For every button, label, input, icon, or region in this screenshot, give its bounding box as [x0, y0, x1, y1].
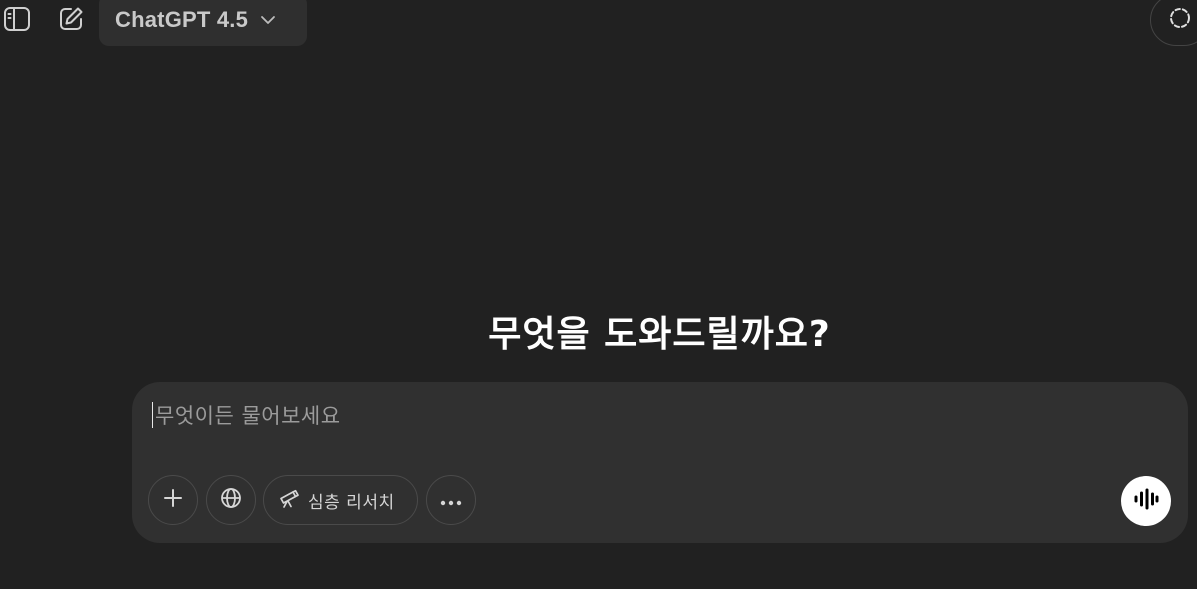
- web-search-button[interactable]: [206, 475, 256, 525]
- more-tools-button[interactable]: [426, 475, 476, 525]
- telescope-icon: [278, 487, 300, 513]
- sidebar-toggle-button[interactable]: [0, 2, 34, 36]
- model-selector[interactable]: ChatGPT 4.5: [99, 0, 307, 46]
- deep-research-label: 심층 리서치: [308, 492, 395, 513]
- prompt-placeholder: 무엇이든 물어보세요: [155, 404, 341, 428]
- text-caret: [152, 402, 153, 428]
- temporary-chat-button[interactable]: [1150, 0, 1197, 46]
- composer: 무엇이든 물어보세요 심층 리서치: [132, 382, 1188, 543]
- globe-icon: [220, 487, 242, 513]
- page-heading: 무엇을 도와드릴까요?: [488, 314, 831, 355]
- prompt-input[interactable]: 무엇이든 물어보세요: [152, 398, 1052, 432]
- sidebar-icon: [3, 6, 31, 32]
- add-attachment-button[interactable]: [148, 475, 198, 525]
- new-chat-button[interactable]: [54, 2, 88, 36]
- plus-icon: [162, 487, 184, 513]
- more-horizontal-icon: [440, 491, 462, 510]
- model-name: ChatGPT 4.5: [115, 7, 249, 32]
- voice-mode-button[interactable]: [1121, 476, 1171, 526]
- voice-wave-icon: [1133, 488, 1159, 514]
- edit-icon: [57, 5, 85, 33]
- deep-research-button[interactable]: 심층 리서치: [263, 475, 418, 525]
- chatgpt-home: ChatGPT 4.5 무엇을 도와드릴까요? 무엇이든 물어보세요 심층 리서…: [0, 0, 1197, 589]
- chevron-down-icon: [260, 15, 276, 25]
- dashed-circle-icon: [1168, 6, 1192, 34]
